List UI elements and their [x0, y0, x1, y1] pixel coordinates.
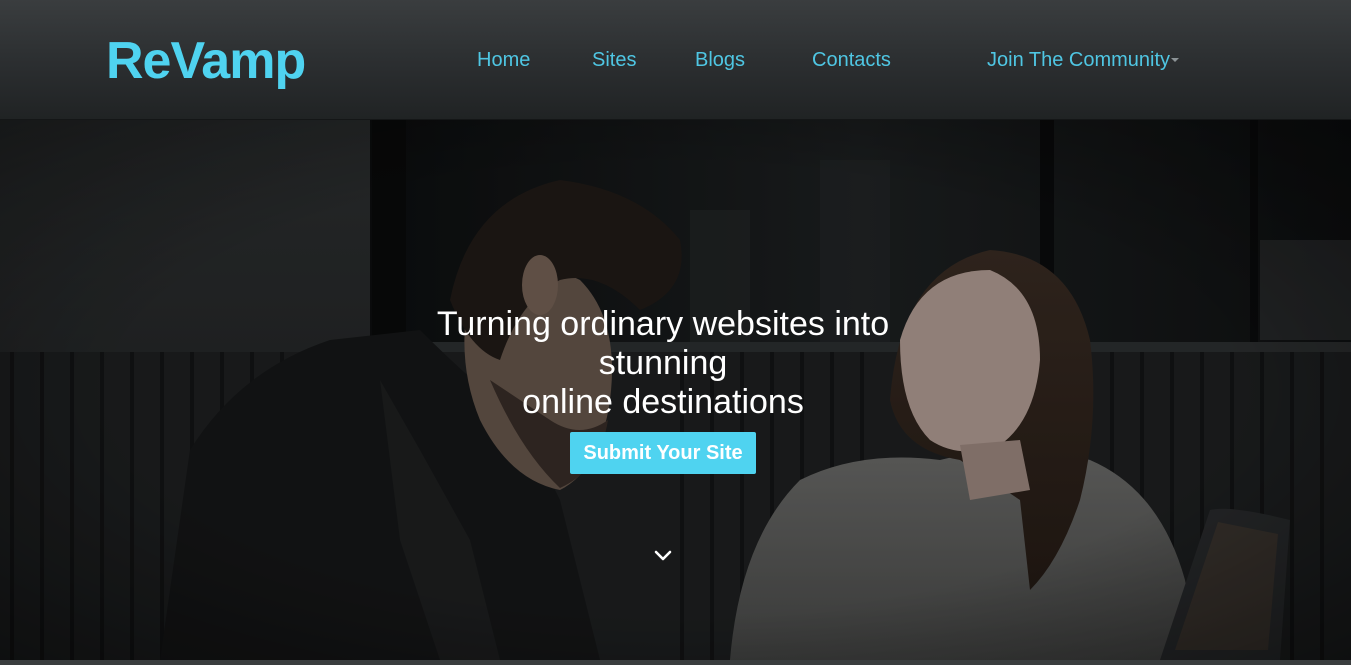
nav-item-blogs[interactable]: Blogs: [695, 47, 745, 73]
nav-item-contacts[interactable]: Contacts: [812, 47, 891, 73]
hero-title-line-3: online destinations: [522, 383, 804, 421]
hero-title-line-1: Turning ordinary websites into: [436, 305, 890, 343]
hero-title: Turning ordinary websites into stunning …: [326, 305, 1000, 422]
nav-item-join-community-label: Join The Community: [987, 49, 1171, 71]
hero-section: Turning ordinary websites into stunning …: [0, 120, 1351, 660]
site-header: ReVamp Home Sites Blogs Contacts Join Th…: [0, 0, 1351, 120]
submit-site-button[interactable]: Submit Your Site: [570, 432, 756, 474]
chevron-down-icon[interactable]: [651, 544, 675, 568]
nav-item-sites[interactable]: Sites: [592, 47, 636, 73]
hero-title-line-2: stunning: [598, 344, 728, 382]
nav-item-join-community[interactable]: Join The Community: [987, 47, 1180, 73]
caret-down-icon: [1171, 57, 1180, 62]
hero-content: Turning ordinary websites into stunning …: [326, 305, 1000, 474]
hero-bottom-divider: [0, 660, 1351, 665]
brand-logo[interactable]: ReVamp: [106, 30, 306, 92]
nav-item-home[interactable]: Home: [477, 47, 530, 73]
